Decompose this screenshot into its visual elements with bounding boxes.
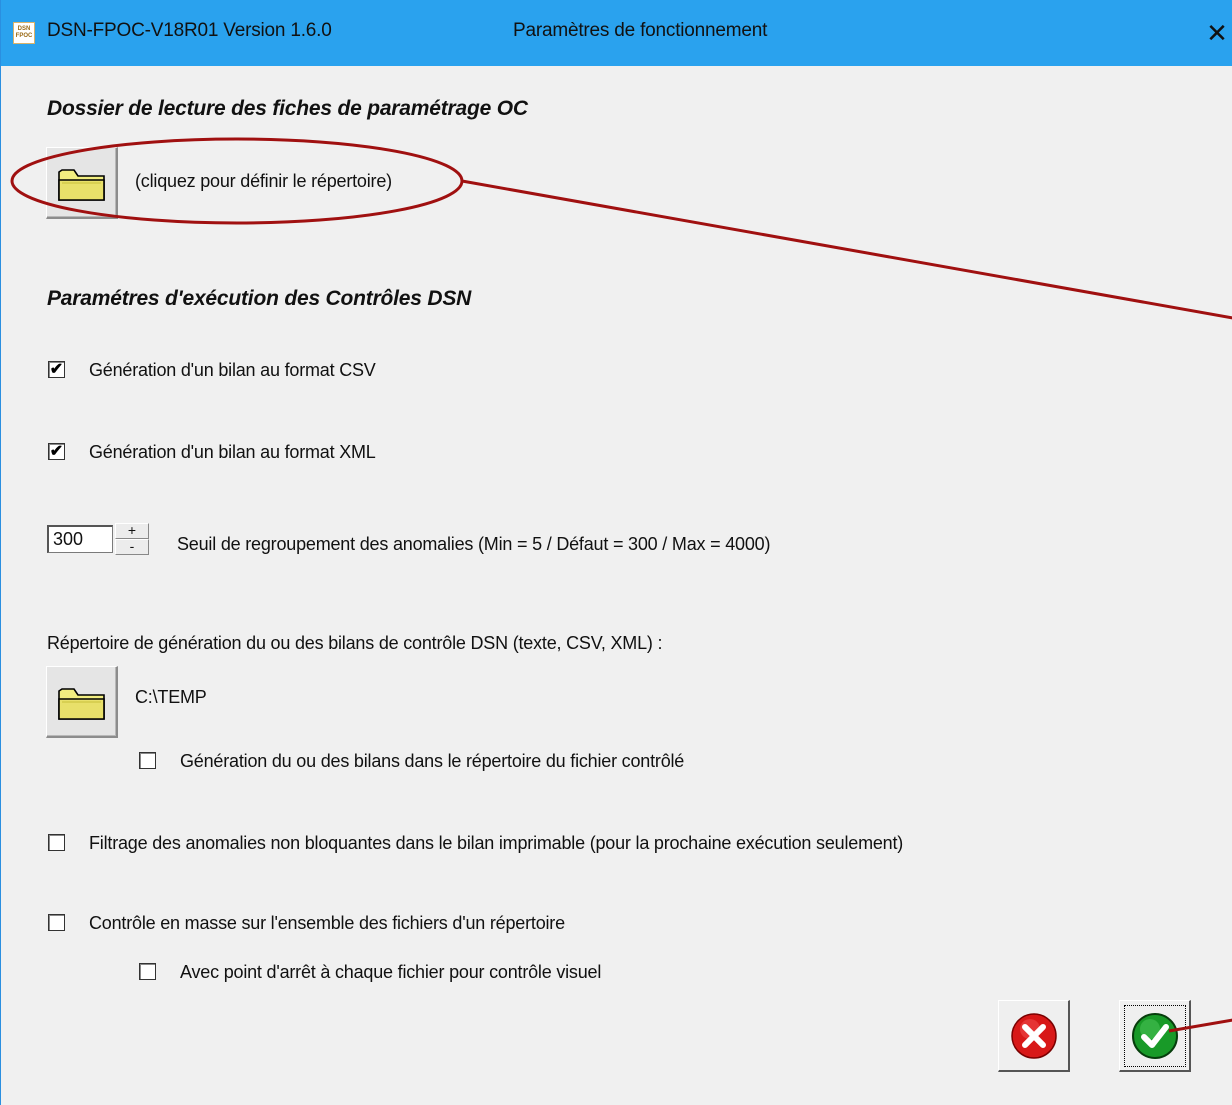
ok-button[interactable] (1119, 1000, 1191, 1072)
xml-checkbox[interactable]: ✔ (48, 443, 65, 460)
output-folder-button[interactable] (46, 666, 118, 738)
checkmark-icon: ✔ (49, 443, 64, 460)
window-title: Paramètres de fonctionnement (513, 20, 768, 41)
xml-label: Génération d'un bilan au format XML (89, 442, 376, 462)
settings-dialog: DSN FPOC DSN-FPOC-V18R01 Version 1.6.0 P… (0, 0, 1232, 1105)
mass-label: Contrôle en masse sur l'ensemble des fic… (89, 913, 565, 933)
folder-icon (58, 169, 105, 201)
stepper-up-button[interactable]: + (115, 523, 149, 539)
section-title-exec: Paramétres d'exécution des Contrôles DSN (47, 287, 472, 310)
check-icon (1132, 1013, 1178, 1059)
stepper-down-button[interactable]: - (115, 539, 149, 555)
cancel-button[interactable] (998, 1000, 1070, 1072)
threshold-input[interactable]: 300 (47, 525, 113, 553)
same-dir-label: Génération du ou des bilans dans le répe… (180, 751, 685, 771)
app-icon: DSN FPOC (13, 22, 35, 44)
output-dir-label: Répertoire de génération du ou des bilan… (47, 633, 663, 653)
output-dir-value: C:\TEMP (135, 687, 207, 707)
threshold-stepper: + - (115, 523, 149, 555)
csv-checkbox[interactable]: ✔ (48, 361, 65, 378)
annotation-line-top (461, 179, 1232, 320)
oc-folder-hint: (cliquez pour définir le répertoire) (135, 171, 392, 191)
cancel-icon (1011, 1013, 1057, 1059)
oc-folder-button[interactable] (46, 147, 118, 219)
section-title-oc: Dossier de lecture des fiches de paramét… (47, 97, 528, 120)
stop-each-label: Avec point d'arrêt à chaque fichier pour… (180, 962, 602, 982)
same-dir-checkbox[interactable] (139, 752, 156, 769)
filter-checkbox[interactable] (48, 834, 65, 851)
filter-label: Filtrage des anomalies non bloquantes da… (89, 833, 904, 853)
folder-icon (58, 688, 105, 720)
stop-each-checkbox[interactable] (139, 963, 156, 980)
checkmark-icon: ✔ (49, 361, 64, 378)
app-title: DSN-FPOC-V18R01 Version 1.6.0 (47, 20, 332, 41)
threshold-label: Seuil de regroupement des anomalies (Min… (177, 534, 771, 554)
csv-label: Génération d'un bilan au format CSV (89, 360, 376, 380)
mass-checkbox[interactable] (48, 914, 65, 931)
close-icon[interactable]: ✕ (1201, 16, 1232, 50)
title-bar: DSN FPOC DSN-FPOC-V18R01 Version 1.6.0 P… (1, 0, 1232, 66)
